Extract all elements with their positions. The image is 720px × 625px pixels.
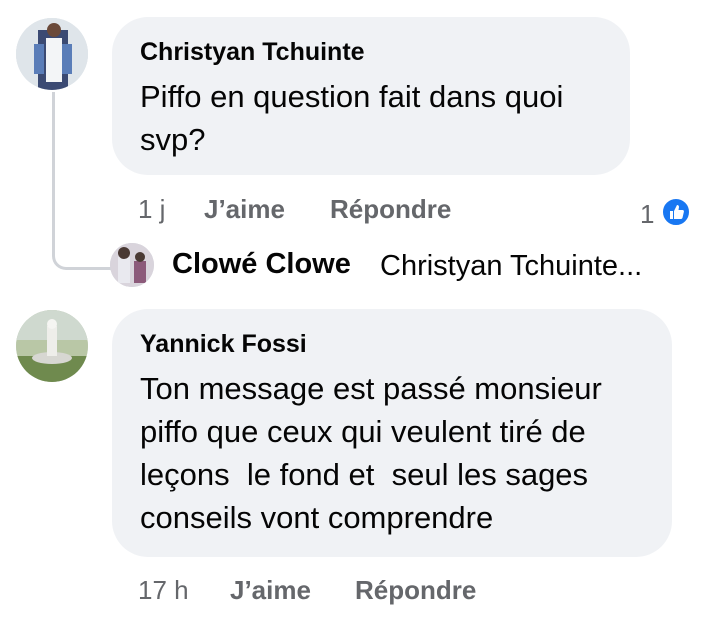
like-button[interactable]: J’aime [230, 575, 311, 606]
comment-timestamp[interactable]: 17 h [138, 575, 189, 606]
reply-avatar-photo [110, 243, 154, 287]
comment-author[interactable]: Yannick Fossi [140, 330, 307, 359]
thread-connector-line [52, 92, 115, 270]
reply-avatar[interactable] [110, 243, 154, 287]
avatar-photo [16, 310, 88, 382]
reply-button[interactable]: Répondre [330, 194, 451, 225]
comment-text-line: piffo que ceux qui veulent tiré de [140, 414, 586, 449]
reply-snippet[interactable]: Christyan Tchuinte... [380, 250, 642, 283]
comment-timestamp[interactable]: 1 j [138, 194, 165, 225]
avatar[interactable] [16, 310, 88, 382]
comment-text: Ton message est passé monsieur piffo que… [140, 367, 602, 539]
comment-text-line: Piffo en question fait dans quoi [140, 79, 564, 114]
comment-text-line: svp? [140, 122, 206, 157]
comment-text-line: Ton message est passé monsieur [140, 371, 602, 406]
comment-text-line: conseils vont comprendre [140, 500, 494, 535]
comment-author[interactable]: Christyan Tchuinte [140, 38, 365, 67]
reaction-count[interactable]: 1 [640, 199, 654, 230]
like-button[interactable]: J’aime [204, 194, 285, 225]
reply-author[interactable]: Clowé Clowe [172, 248, 351, 281]
comment-bubble: Yannick Fossi Ton message est passé mons… [112, 309, 672, 557]
avatar-photo [16, 18, 88, 90]
comment-text: Piffo en question fait dans quoi svp? [140, 75, 563, 161]
avatar[interactable] [16, 18, 88, 90]
comment-bubble: Christyan Tchuinte Piffo en question fai… [112, 17, 630, 175]
reply-button[interactable]: Répondre [355, 575, 476, 606]
like-icon [661, 197, 691, 227]
comment-text-line: leçons le fond et seul les sages [140, 457, 589, 492]
